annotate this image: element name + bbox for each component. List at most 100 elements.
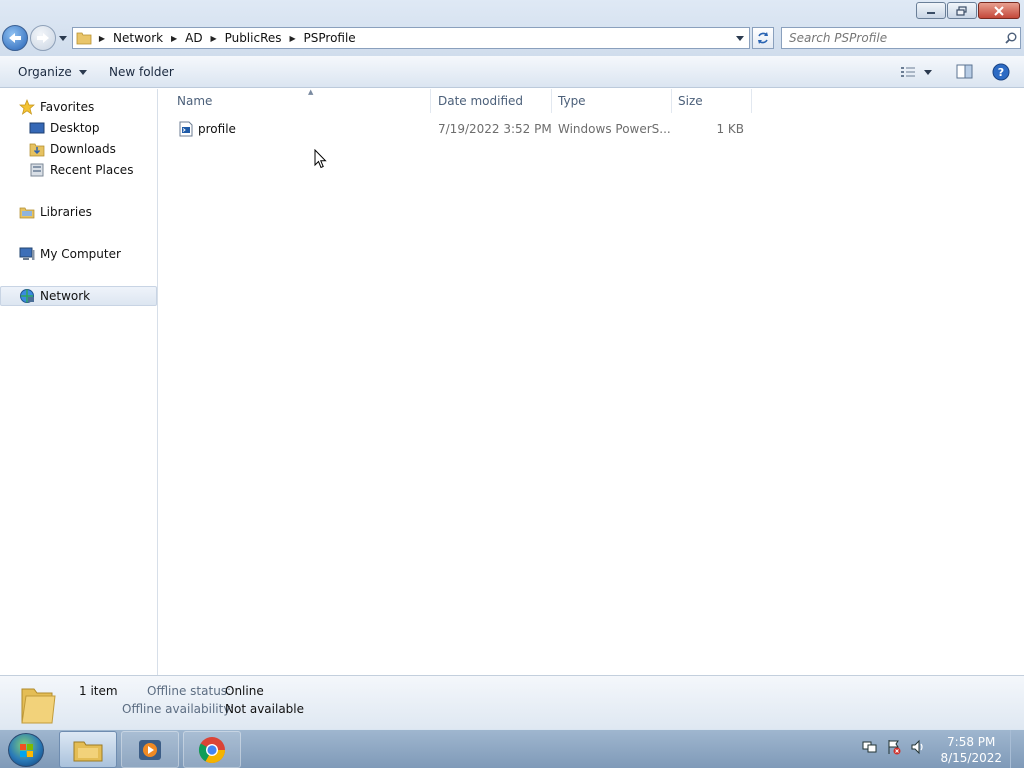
column-header-name-label: Name	[177, 94, 213, 108]
network-status-icon[interactable]	[862, 739, 878, 755]
system-clock[interactable]: 7:58 PM 8/15/2022	[940, 734, 1002, 766]
offline-status-label: Offline status:	[147, 684, 232, 698]
taskbar-chrome-button[interactable]	[183, 731, 241, 768]
breadcrumb-network[interactable]: Network	[109, 31, 167, 45]
details-pane: 1 item Offline status: Online Offline av…	[0, 675, 1024, 729]
breadcrumb-separator-icon[interactable]: ▶	[207, 34, 221, 43]
command-bar: Organize New folder	[0, 56, 1024, 88]
breadcrumb-ad[interactable]: AD	[181, 31, 206, 45]
minimize-button[interactable]	[916, 2, 946, 19]
help-icon: ?	[992, 63, 1010, 81]
chevron-down-icon	[78, 70, 87, 75]
change-view-button[interactable]	[900, 64, 940, 80]
details-view-icon	[901, 67, 915, 77]
close-button[interactable]	[978, 2, 1020, 19]
forward-button[interactable]	[30, 25, 56, 51]
media-player-icon	[139, 739, 161, 760]
window-chrome: ▶ Network ▶ AD ▶ PublicRes ▶ PSProfile	[0, 0, 1024, 60]
sort-ascending-icon: ▲	[308, 88, 314, 96]
nav-favorites[interactable]: Favorites	[0, 97, 157, 117]
nav-my-computer[interactable]: My Computer	[0, 244, 157, 264]
table-row[interactable]: profile 7/19/2022 3:52 PM Windows PowerS…	[159, 119, 759, 139]
column-header-type-label: Type	[558, 94, 586, 108]
address-bar[interactable]: ▶ Network ▶ AD ▶ PublicRes ▶ PSProfile	[72, 27, 750, 49]
help-button[interactable]: ?	[992, 63, 1010, 84]
back-arrow-icon	[9, 33, 21, 43]
item-count: 1 item	[79, 684, 118, 698]
recent-places-icon	[29, 162, 45, 178]
network-icon	[19, 288, 35, 304]
mouse-cursor-icon	[314, 148, 328, 172]
refresh-button[interactable]	[752, 27, 774, 49]
breadcrumb-publicres[interactable]: PublicRes	[221, 31, 286, 45]
restore-button[interactable]	[947, 2, 977, 19]
volume-icon[interactable]	[910, 739, 926, 755]
search-box	[781, 27, 1021, 49]
taskbar-explorer-button[interactable]	[59, 731, 117, 768]
search-input[interactable]	[782, 29, 1002, 47]
file-type: Windows PowerS...	[558, 122, 671, 136]
column-header-type[interactable]: Type	[552, 89, 672, 113]
preview-pane-button[interactable]	[956, 64, 974, 80]
breadcrumb-psprofile[interactable]: PSProfile	[300, 31, 360, 45]
search-icon[interactable]	[1002, 32, 1020, 44]
nav-desktop-label: Desktop	[50, 121, 100, 135]
file-size: 1 KB	[716, 122, 744, 136]
nav-desktop[interactable]: Desktop	[0, 118, 157, 138]
file-date-modified: 7/19/2022 3:52 PM	[438, 122, 552, 136]
computer-icon	[19, 246, 35, 262]
downloads-folder-icon	[29, 141, 45, 157]
start-button[interactable]	[8, 733, 44, 767]
nav-libraries-label: Libraries	[40, 205, 92, 219]
explorer-folder-icon	[73, 741, 103, 761]
clock-date: 8/15/2022	[940, 751, 1002, 765]
new-folder-button[interactable]: New folder	[109, 65, 174, 79]
powershell-script-icon	[178, 121, 194, 137]
offline-availability-label: Offline availability:	[122, 702, 234, 716]
restore-icon	[956, 5, 967, 16]
column-header-date-label: Date modified	[438, 94, 524, 108]
refresh-icon	[758, 32, 768, 44]
nav-recent-places[interactable]: Recent Places	[0, 160, 157, 180]
close-icon	[994, 5, 1004, 16]
preview-pane-icon	[956, 64, 973, 79]
navigation-pane: Favorites Desktop Downloads Recent Place…	[0, 89, 158, 675]
action-center-icon[interactable]	[886, 739, 902, 755]
file-list: Name ▲ Date modified Type Size profile 7…	[159, 88, 1024, 675]
breadcrumb-separator-icon[interactable]: ▶	[286, 34, 300, 43]
back-button[interactable]	[2, 25, 28, 51]
windows-logo-icon	[20, 744, 33, 757]
nav-libraries[interactable]: Libraries	[0, 202, 157, 222]
taskbar-media-player-button[interactable]	[121, 731, 179, 768]
nav-network-label: Network	[40, 289, 91, 303]
organize-label: Organize	[18, 65, 72, 79]
taskbar: 7:58 PM 8/15/2022	[0, 729, 1024, 768]
folder-icon	[73, 28, 95, 48]
column-header-size-label: Size	[678, 94, 703, 108]
chevron-down-icon	[924, 69, 932, 75]
file-name[interactable]: profile	[198, 122, 236, 136]
offline-availability-value: Not available	[225, 702, 305, 716]
column-header-date-modified[interactable]: Date modified	[432, 89, 552, 113]
navigation-bar: ▶ Network ▶ AD ▶ PublicRes ▶ PSProfile	[0, 24, 1024, 54]
chevron-down-icon	[59, 35, 67, 41]
nav-favorites-label: Favorites	[40, 100, 95, 114]
nav-downloads-label: Downloads	[50, 142, 116, 156]
column-header-name[interactable]: Name ▲	[171, 88, 431, 113]
column-header-size[interactable]: Size	[672, 89, 752, 113]
offline-status-value: Online	[225, 684, 264, 698]
desktop-icon	[29, 120, 45, 136]
breadcrumb-separator-icon[interactable]: ▶	[167, 34, 181, 43]
organize-button[interactable]: Organize	[18, 65, 87, 79]
star-icon	[19, 99, 35, 115]
nav-network[interactable]: Network	[0, 286, 157, 306]
chrome-icon	[198, 736, 226, 763]
nav-my-computer-label: My Computer	[40, 247, 121, 261]
chevron-down-icon	[736, 35, 744, 41]
address-history-dropdown[interactable]	[733, 31, 747, 45]
nav-downloads[interactable]: Downloads	[0, 139, 157, 159]
window-controls	[916, 2, 1020, 19]
recent-pages-dropdown[interactable]	[58, 33, 68, 43]
show-desktop-button[interactable]	[1010, 730, 1024, 768]
breadcrumb-separator-icon[interactable]: ▶	[95, 34, 109, 43]
